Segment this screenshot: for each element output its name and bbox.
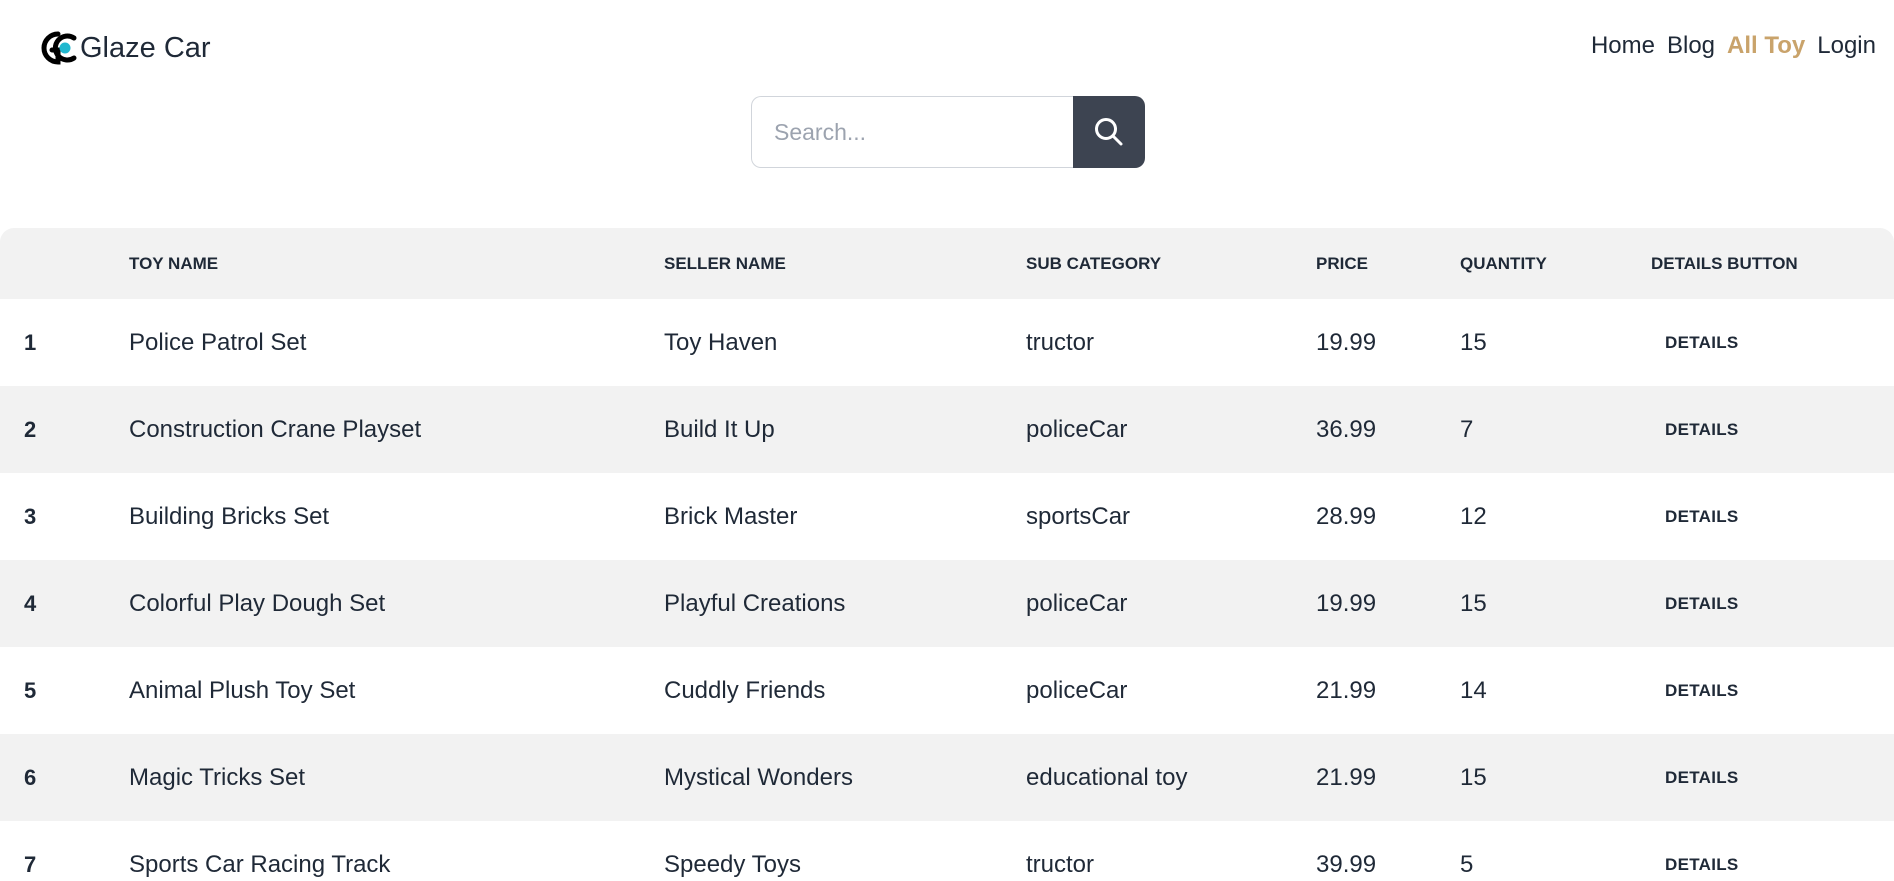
cell-index: 7 (24, 851, 37, 877)
cell-price: 36.99 (1316, 415, 1377, 443)
nav-link-blog[interactable]: Blog (1667, 32, 1715, 60)
details-button[interactable]: DETAILS (1651, 675, 1753, 707)
cell-sub-category: policeCar (1026, 589, 1128, 617)
cell-price: 19.99 (1316, 589, 1377, 617)
table-row: 5 Animal Plush Toy Set Cuddly Friends polic… (0, 647, 1894, 734)
cell-seller-name: Brick Master (664, 502, 798, 530)
table-body: 1 Police Patrol Set Toy Haven tructor 19.99 1… (0, 299, 1894, 881)
brand-name: Glaze Car (80, 32, 211, 64)
cell-details: DETAILS (1650, 560, 1894, 647)
search-bar (751, 96, 1145, 168)
table-row: 7 Sports Car Racing Track Speedy Toys truct… (0, 821, 1894, 881)
cell-index: 2 (24, 416, 37, 442)
cell-index: 6 (24, 764, 37, 790)
cell-quantity: 14 (1460, 676, 1487, 704)
cell-price: 19.99 (1316, 328, 1377, 356)
cell-quantity: 12 (1460, 502, 1487, 530)
cell-sub-category: policeCar (1026, 415, 1128, 443)
nav-link-all-toy[interactable]: All Toy (1727, 32, 1805, 60)
details-button[interactable]: DETAILS (1651, 327, 1753, 359)
cell-details: DETAILS (1650, 821, 1894, 881)
cell-quantity: 15 (1460, 763, 1487, 791)
cell-sub-category: educational toy (1026, 763, 1188, 791)
cell-quantity: 15 (1460, 589, 1487, 617)
cell-seller-name: Playful Creations (664, 589, 846, 617)
cell-sub-category: tructor (1026, 850, 1095, 878)
details-button[interactable]: DETAILS (1651, 414, 1753, 446)
cell-details: DETAILS (1650, 734, 1894, 821)
column-header: Price (1316, 253, 1368, 273)
nav-link-login[interactable]: Login (1817, 32, 1876, 60)
column-header: Quantity (1460, 253, 1547, 273)
column-header: Toy Name (129, 253, 219, 273)
search-icon (1095, 118, 1123, 146)
table-row: 6 Magic Tricks Set Mystical Wonders educati… (0, 734, 1894, 821)
table-row: 3 Building Bricks Set Brick Master sportsCa… (0, 473, 1894, 560)
details-button[interactable]: DETAILS (1651, 501, 1753, 533)
cell-quantity: 7 (1460, 415, 1474, 443)
cell-index: 4 (24, 590, 37, 616)
cell-price: 21.99 (1316, 763, 1377, 791)
details-button[interactable]: DETAILS (1651, 762, 1753, 794)
toy-table: Toy Name Seller Name Sub Category Price Quan… (0, 228, 1894, 881)
cell-seller-name: Build It Up (664, 415, 775, 443)
column-header (0, 228, 128, 299)
column-header: Sub Category (1026, 253, 1162, 273)
cell-sub-category: sportsCar (1026, 502, 1131, 530)
cell-details: DETAILS (1650, 647, 1894, 734)
cell-index: 5 (24, 677, 37, 703)
cell-toy-name: Sports Car Racing Track (129, 850, 391, 878)
navbar: Glaze Car Home Blog All Toy Login (0, 0, 1894, 96)
cell-seller-name: Toy Haven (664, 328, 778, 356)
column-header: Details Button (1651, 253, 1798, 273)
cell-toy-name: Building Bricks Set (129, 502, 330, 530)
table-row: 2 Construction Crane Playset Build It Up po… (0, 386, 1894, 473)
cell-toy-name: Construction Crane Playset (129, 415, 422, 443)
cell-index: 3 (24, 503, 37, 529)
cell-toy-name: Police Patrol Set (129, 328, 307, 356)
cell-price: 28.99 (1316, 502, 1377, 530)
details-button[interactable]: DETAILS (1651, 588, 1753, 620)
cell-quantity: 15 (1460, 328, 1487, 356)
search-input[interactable] (751, 96, 1073, 168)
cell-toy-name: Colorful Play Dough Set (129, 589, 386, 617)
cell-details: DETAILS (1650, 299, 1894, 386)
cell-seller-name: Mystical Wonders (664, 763, 853, 791)
table-row: 1 Police Patrol Set Toy Haven tructor 19.99 1… (0, 299, 1894, 386)
cell-price: 21.99 (1316, 676, 1377, 704)
column-header: Seller Name (664, 253, 786, 273)
toy-table-container: Toy Name Seller Name Sub Category Price Quan… (0, 228, 1894, 881)
cell-seller-name: Speedy Toys (664, 850, 801, 878)
cell-sub-category: tructor (1026, 328, 1095, 356)
cell-quantity: 5 (1460, 850, 1474, 878)
table-header-row: Toy Name Seller Name Sub Category Price Quan… (0, 228, 1894, 299)
details-button[interactable]: DETAILS (1651, 849, 1753, 881)
cell-seller-name: Cuddly Friends (664, 676, 826, 704)
cell-toy-name: Magic Tricks Set (129, 763, 306, 791)
brand[interactable]: Glaze Car (36, 26, 211, 70)
nav-links: Home Blog All Toy Login (1591, 32, 1876, 60)
gc-logo-icon (41, 31, 77, 65)
nav-link-home[interactable]: Home (1591, 32, 1655, 60)
cell-details: DETAILS (1650, 386, 1894, 473)
cell-sub-category: policeCar (1026, 676, 1128, 704)
search-button[interactable] (1073, 96, 1145, 168)
table-row: 4 Colorful Play Dough Set Playful Creation… (0, 560, 1894, 647)
cell-toy-name: Animal Plush Toy Set (129, 676, 356, 704)
cell-index: 1 (24, 329, 37, 355)
cell-price: 39.99 (1316, 850, 1377, 878)
cell-details: DETAILS (1650, 473, 1894, 560)
